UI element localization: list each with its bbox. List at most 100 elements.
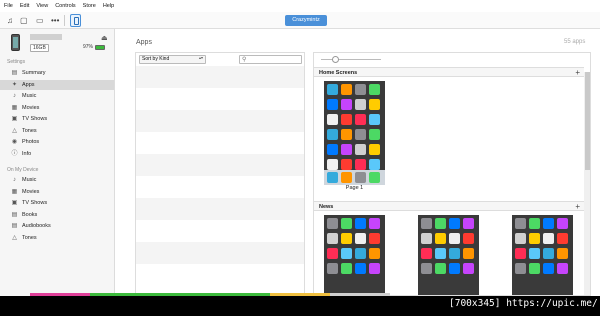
app-icon[interactable]	[421, 218, 432, 229]
app-icon[interactable]	[355, 218, 366, 229]
app-icon[interactable]	[449, 263, 460, 274]
app-icon[interactable]	[449, 218, 460, 229]
app-icon[interactable]	[529, 233, 540, 244]
panel-scrollbar[interactable]	[584, 72, 590, 295]
app-icon[interactable]	[369, 129, 380, 140]
app-icon[interactable]	[341, 159, 352, 170]
sort-dropdown[interactable]: Sort by Kind	[139, 55, 206, 64]
news-screen-3[interactable]	[512, 215, 573, 295]
app-icon[interactable]	[327, 144, 338, 155]
app-icon[interactable]	[341, 99, 352, 110]
app-icon[interactable]	[557, 218, 568, 229]
sidebar-item-apps[interactable]: ✦ Apps	[0, 80, 114, 90]
device-name-pill[interactable]: Crazymintz	[285, 15, 327, 26]
app-icon[interactable]	[557, 263, 568, 274]
monitor-icon[interactable]: ▭	[36, 16, 44, 25]
app-icon[interactable]	[369, 248, 380, 259]
app-icon[interactable]	[355, 159, 366, 170]
sidebar-item-device-tv-shows[interactable]: ▣ TV Shows	[11, 198, 114, 208]
app-icon[interactable]	[529, 218, 540, 229]
sidebar-item-tv-shows[interactable]: ▣ TV Shows	[11, 114, 114, 124]
app-icon[interactable]	[327, 159, 338, 170]
app-icon[interactable]	[435, 218, 446, 229]
app-icon[interactable]	[543, 218, 554, 229]
app-icon[interactable]	[369, 263, 380, 274]
sidebar-item-summary[interactable]: ▤ Summary	[11, 68, 114, 78]
menu-store[interactable]: Store	[83, 3, 96, 9]
app-icon[interactable]	[355, 99, 366, 110]
zoom-slider[interactable]	[321, 59, 381, 60]
menu-file[interactable]: File	[4, 3, 13, 9]
app-icon[interactable]	[463, 218, 474, 229]
menu-controls[interactable]: Controls	[55, 3, 75, 9]
app-icon[interactable]	[515, 218, 526, 229]
app-icon[interactable]	[515, 263, 526, 274]
menu-help[interactable]: Help	[103, 3, 114, 9]
app-icon[interactable]	[463, 248, 474, 259]
app-icon[interactable]	[327, 114, 338, 125]
eject-icon[interactable]: ⏏	[101, 34, 108, 42]
app-icon[interactable]	[327, 218, 338, 229]
app-icon[interactable]	[327, 263, 338, 274]
menu-view[interactable]: View	[36, 3, 48, 9]
home-screen-page-1[interactable]	[324, 81, 385, 185]
app-icon[interactable]	[327, 84, 338, 95]
app-icon[interactable]	[327, 99, 338, 110]
app-icon[interactable]	[543, 248, 554, 259]
app-icon[interactable]	[327, 233, 338, 244]
app-icon[interactable]	[341, 84, 352, 95]
add-folder-page-button[interactable]: +	[575, 202, 580, 211]
app-search-input[interactable]: ⚲	[239, 55, 302, 64]
sidebar-item-device-tones[interactable]: △ Tones	[11, 233, 114, 243]
app-icon[interactable]	[341, 218, 352, 229]
app-icon[interactable]	[421, 248, 432, 259]
app-icon[interactable]	[355, 84, 366, 95]
sidebar-item-photos[interactable]: ◉ Photos	[11, 137, 114, 147]
app-icon[interactable]	[341, 248, 352, 259]
app-icon[interactable]	[355, 248, 366, 259]
zoom-slider-handle[interactable]	[332, 56, 339, 63]
app-icon[interactable]	[355, 233, 366, 244]
app-icon[interactable]	[341, 114, 352, 125]
add-home-screen-button[interactable]: +	[575, 68, 580, 77]
app-icon[interactable]	[463, 263, 474, 274]
app-icon[interactable]	[435, 233, 446, 244]
app-icon[interactable]	[369, 99, 380, 110]
menu-edit[interactable]: Edit	[20, 3, 29, 9]
app-icon[interactable]	[369, 233, 380, 244]
app-icon[interactable]	[369, 159, 380, 170]
app-icon[interactable]	[421, 233, 432, 244]
app-icon[interactable]	[529, 263, 540, 274]
app-icon[interactable]	[355, 263, 366, 274]
sidebar-item-device-books[interactable]: ▤ Books	[11, 210, 114, 220]
music-icon[interactable]: ♫	[7, 16, 13, 25]
app-icon[interactable]	[327, 129, 338, 140]
app-icon[interactable]	[327, 248, 338, 259]
app-icon[interactable]	[449, 233, 460, 244]
app-icon[interactable]	[557, 233, 568, 244]
app-icon[interactable]	[355, 172, 366, 183]
device-icon[interactable]	[70, 14, 81, 27]
sidebar-item-music[interactable]: ♪ Music	[11, 91, 114, 101]
app-icon[interactable]	[369, 114, 380, 125]
sidebar-item-device-movies[interactable]: ▦ Movies	[11, 187, 114, 197]
news-screen-1[interactable]	[324, 215, 385, 295]
app-icon[interactable]	[341, 263, 352, 274]
app-icon[interactable]	[529, 248, 540, 259]
sidebar-item-device-audiobooks[interactable]: ▤ Audiobooks	[11, 221, 114, 231]
app-icon[interactable]	[449, 248, 460, 259]
app-icon[interactable]	[341, 144, 352, 155]
tv-icon[interactable]: ▢	[20, 16, 28, 25]
news-screen-2[interactable]	[418, 215, 479, 295]
app-icon[interactable]	[369, 144, 380, 155]
app-icon[interactable]	[515, 233, 526, 244]
app-icon[interactable]	[557, 248, 568, 259]
app-icon[interactable]	[355, 129, 366, 140]
sidebar-item-movies[interactable]: ▦ Movies	[11, 103, 114, 113]
app-icon[interactable]	[369, 172, 380, 183]
app-icon[interactable]	[463, 233, 474, 244]
sidebar-item-tones[interactable]: △ Tones	[11, 126, 114, 136]
app-icon[interactable]	[369, 218, 380, 229]
app-icon[interactable]	[327, 172, 338, 183]
app-icon[interactable]	[341, 172, 352, 183]
